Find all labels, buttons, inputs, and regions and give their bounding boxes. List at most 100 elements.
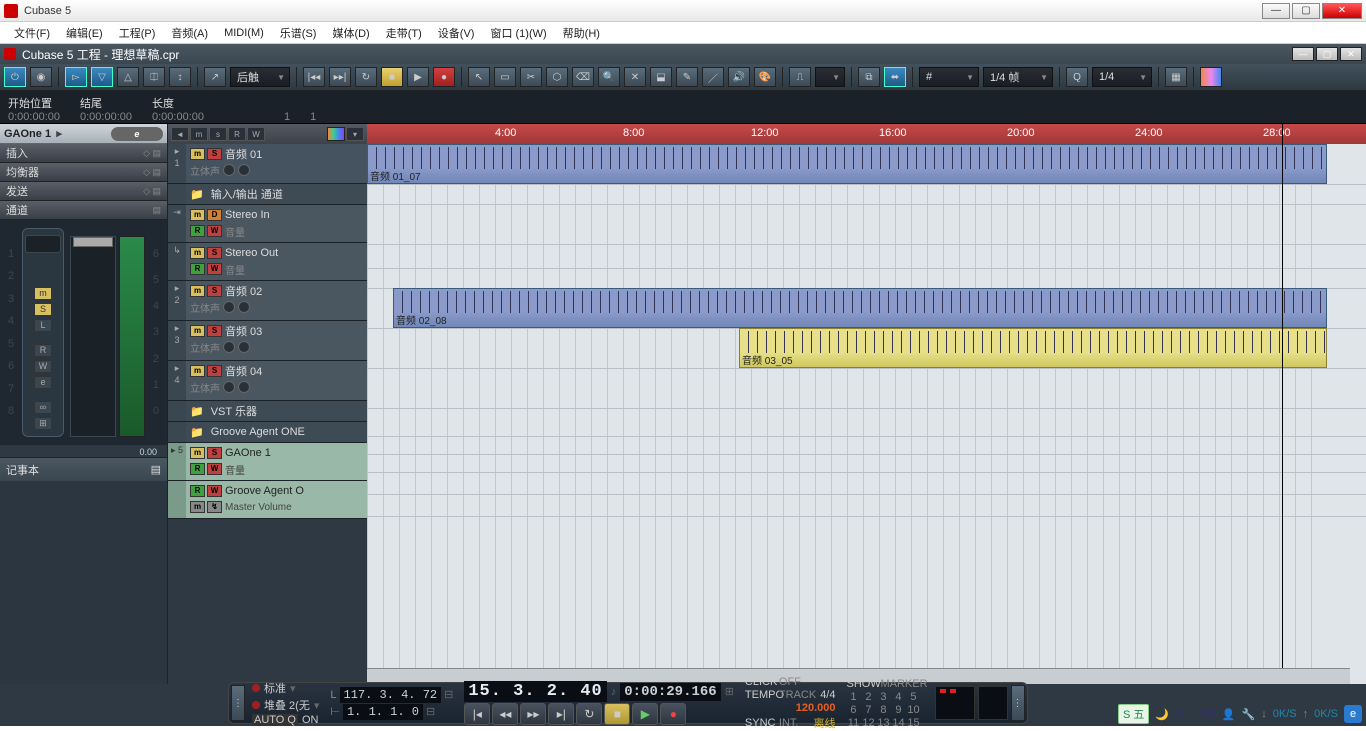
ime-indicator[interactable]: S 五 xyxy=(1118,704,1149,724)
maximize-button[interactable]: ▢ xyxy=(1292,3,1320,19)
track-row[interactable]: 📁VST 乐器 xyxy=(168,401,367,422)
state-button-4[interactable]: ⎅ xyxy=(143,67,165,87)
state-button-2[interactable]: ▽ xyxy=(91,67,113,87)
inspector-tab-sends[interactable]: 发送◇ ▤ xyxy=(0,182,167,201)
cycle-button[interactable]: ↻ xyxy=(355,67,377,87)
menu-transport[interactable]: 走带(T) xyxy=(378,22,430,44)
snap-on[interactable]: ⬌ xyxy=(884,67,906,87)
track-row[interactable]: ▸1mS音频 01立体声 xyxy=(168,144,367,184)
state-button-5[interactable]: ↕ xyxy=(169,67,191,87)
track-row[interactable]: RWGroove Agent Om↯Master Volume xyxy=(168,481,367,519)
end-value[interactable]: 0:00:00:00 xyxy=(80,111,132,123)
overlap-mode[interactable]: 堆叠 2(无 xyxy=(264,697,310,713)
grid-button[interactable]: ⊞ xyxy=(34,417,52,430)
play-button[interactable]: ▶ xyxy=(407,67,429,87)
tp-forward[interactable]: ▸▸ xyxy=(520,703,546,725)
menu-window[interactable]: 窗口 (1)(W) xyxy=(482,22,554,44)
color-menu[interactable]: ▦ xyxy=(1165,67,1187,87)
zoom-tool[interactable]: 🔍 xyxy=(598,67,620,87)
global-solo[interactable]: s xyxy=(209,127,227,141)
menu-project[interactable]: 工程(P) xyxy=(111,22,164,44)
bars-display[interactable]: 1. 1. 1. 0 xyxy=(343,704,423,720)
quantize-value[interactable]: 1/4 xyxy=(1092,67,1152,87)
track-row[interactable]: 📁Groove Agent ONE xyxy=(168,422,367,443)
menu-score[interactable]: 乐谱(S) xyxy=(272,22,325,44)
color-selector[interactable] xyxy=(327,127,345,141)
menu-devices[interactable]: 设备(V) xyxy=(430,22,483,44)
draw-tool[interactable]: ✎ xyxy=(676,67,698,87)
listen-button[interactable]: L xyxy=(34,319,52,332)
mute-tool[interactable]: ✕ xyxy=(624,67,646,87)
tp-record[interactable]: ● xyxy=(660,703,686,725)
menu-midi[interactable]: MIDI(M) xyxy=(216,24,272,42)
fader-value[interactable]: 0.00 xyxy=(0,447,167,457)
edit-button[interactable]: e xyxy=(34,376,52,389)
tempo-mode[interactable]: TRACK xyxy=(779,689,816,701)
snap-type[interactable]: # xyxy=(919,67,979,87)
audio-event[interactable]: 音频 01_07 xyxy=(367,144,1327,184)
go-to-end[interactable]: ▸▸| xyxy=(329,67,351,87)
menu-file[interactable]: 文件(F) xyxy=(6,22,58,44)
global-write[interactable]: W xyxy=(247,127,265,141)
primary-time[interactable]: 15. 3. 2. 40 xyxy=(464,681,606,702)
state-button-3[interactable]: △ xyxy=(117,67,139,87)
collapse-icon[interactable]: ◄ xyxy=(171,127,189,141)
autoq-label[interactable]: AUTO Q xyxy=(252,714,298,726)
user-icon[interactable]: 👤 xyxy=(1222,708,1236,721)
track-color[interactable] xyxy=(1200,67,1222,87)
automation-mode-select[interactable]: 后触 xyxy=(230,67,290,87)
proj-close[interactable]: ✕ xyxy=(1340,47,1362,61)
project-titlebar[interactable]: Cubase 5 工程 - 理想草稿.cpr — ▢ ✕ xyxy=(0,44,1366,64)
track-row[interactable]: 📁输入/输出 通道 xyxy=(168,184,367,205)
offline-label[interactable]: 离线 xyxy=(813,715,835,731)
rec-mode[interactable]: 标准 xyxy=(264,680,286,696)
wrench-icon[interactable]: 🔧 xyxy=(1242,708,1256,721)
glue-tool[interactable]: ⬡ xyxy=(546,67,568,87)
snap-toggle[interactable]: ⧉ xyxy=(858,67,880,87)
start-value[interactable]: 0:00:00:00 xyxy=(8,111,60,123)
solo-button[interactable]: S xyxy=(34,303,52,316)
menu-audio[interactable]: 音频(A) xyxy=(163,22,216,44)
menu-help[interactable]: 帮助(H) xyxy=(555,22,608,44)
tp-rewind[interactable]: ◂◂ xyxy=(492,703,518,725)
tp-cycle[interactable]: ↻ xyxy=(576,703,602,725)
notepad-body[interactable] xyxy=(0,481,167,684)
transport-panel[interactable]: ⋮ 标准▾ 堆叠 2(无▾ AUTO QON L117. 3. 4. 72⊟ ⊢… xyxy=(228,682,1028,724)
global-mute[interactable]: m xyxy=(190,127,208,141)
mute-button[interactable]: m xyxy=(34,287,52,300)
activate-project-button[interactable]: ⏻ xyxy=(4,67,26,87)
keyboard-icon[interactable]: ⌨ xyxy=(1200,708,1216,721)
grid-type[interactable]: 1/4 帧 xyxy=(983,67,1053,87)
secondary-time[interactable]: 0:00:29.166 xyxy=(620,683,720,701)
tempo-display[interactable]: 117. 3. 4. 72 xyxy=(340,687,442,703)
timeline-ruler[interactable]: 4:008:0012:0016:0020:0024:0028:00 xyxy=(367,124,1366,144)
split-tool[interactable]: ✂ xyxy=(520,67,542,87)
bpm-value[interactable]: 120.000 xyxy=(796,702,836,714)
write-button[interactable]: W xyxy=(34,360,52,373)
timewarp-tool[interactable]: ⬓ xyxy=(650,67,672,87)
tp-play[interactable]: ▶ xyxy=(632,703,658,725)
close-button[interactable]: ✕ xyxy=(1322,3,1362,19)
nudge-button[interactable]: ⎍ xyxy=(789,67,811,87)
arrange-area[interactable]: 4:008:0012:0016:0020:0024:0028:00 音频 01_… xyxy=(367,124,1366,684)
track-row[interactable]: ▸ 5mSGAOne 1RW音量 xyxy=(168,443,367,481)
record-button[interactable]: ● xyxy=(433,67,455,87)
play-tool[interactable]: 🔊 xyxy=(728,67,750,87)
state-button-1[interactable]: ▻ xyxy=(65,67,87,87)
inspector-tab-eq[interactable]: 均衡器◇ ▤ xyxy=(0,163,167,182)
playback-cursor[interactable] xyxy=(1282,124,1283,684)
browser-icon[interactable]: e xyxy=(1344,705,1362,723)
click-state[interactable]: OFF xyxy=(779,676,801,688)
color-tool[interactable]: 🎨 xyxy=(754,67,776,87)
line-tool[interactable]: ／ xyxy=(702,67,724,87)
nudge-value[interactable] xyxy=(815,67,845,87)
volume-fader[interactable] xyxy=(70,236,116,437)
automation-mode-button[interactable]: ↗ xyxy=(204,67,226,87)
proj-maximize[interactable]: ▢ xyxy=(1316,47,1338,61)
quantize-button[interactable]: Q xyxy=(1066,67,1088,87)
sync-mode[interactable]: INT. xyxy=(779,717,799,729)
edit-channel-icon[interactable]: e xyxy=(111,127,163,141)
transport-left-handle[interactable]: ⋮ xyxy=(231,685,245,721)
global-read[interactable]: R xyxy=(228,127,246,141)
range-tool[interactable]: ▭ xyxy=(494,67,516,87)
